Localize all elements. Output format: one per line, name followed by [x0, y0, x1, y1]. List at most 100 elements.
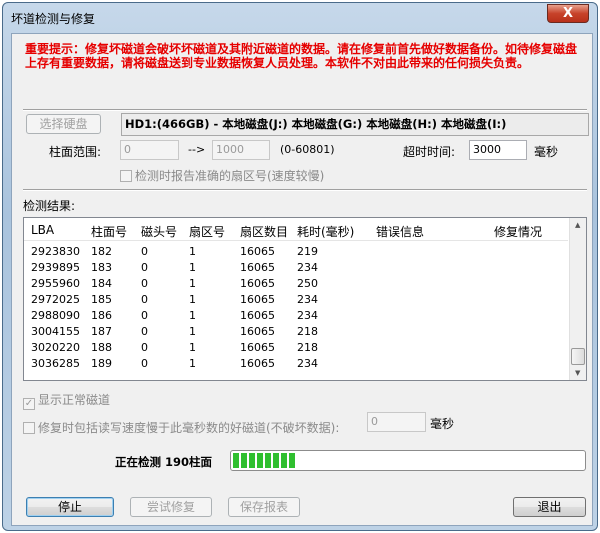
timeout-input[interactable]: 3000 [469, 140, 527, 160]
table-cell: 3036285 [31, 357, 80, 370]
range-label: 柱面范围: [49, 145, 102, 159]
table-cell: 186 [91, 309, 112, 322]
table-cell: 1 [189, 341, 196, 354]
table-cell: 3020220 [31, 341, 80, 354]
range-to-input[interactable]: 1000 [212, 140, 270, 160]
table-cell: 16065 [240, 245, 275, 258]
table-row[interactable]: 3036285 189 0 1 16065 234 [24, 356, 568, 372]
progress-fill [233, 453, 296, 468]
column-header[interactable]: 耗时(毫秒) [297, 223, 354, 240]
divider [23, 189, 587, 191]
results-label: 检测结果: [23, 199, 76, 213]
timeout-unit: 毫秒 [534, 145, 559, 159]
table-cell: 183 [91, 261, 112, 274]
table-row[interactable]: 2988090 186 0 1 16065 234 [24, 308, 568, 324]
vertical-scrollbar[interactable]: ▲ ▼ [569, 218, 586, 380]
range-from-input[interactable]: 0 [120, 140, 179, 160]
table-cell: 182 [91, 245, 112, 258]
column-header[interactable]: 修复情况 [494, 223, 542, 240]
scroll-down-icon[interactable]: ▼ [575, 369, 580, 377]
table-cell: 234 [297, 293, 318, 306]
table-cell: 1 [189, 357, 196, 370]
checkbox-box[interactable] [120, 170, 132, 182]
table-cell: 1 [189, 261, 196, 274]
include-slow-checkbox[interactable]: 修复时包括读写速度慢于此毫秒数的好磁道(不破坏数据): [23, 419, 339, 436]
range-hint: (0-60801) [280, 143, 335, 156]
table-cell: 16065 [240, 341, 275, 354]
table-cell: 234 [297, 357, 318, 370]
table-cell: 0 [141, 325, 148, 338]
list-header: LBA 柱面号 磁头号 扇区号 扇区数目 耗时(毫秒) 错误信息 修复情况 [24, 218, 568, 241]
column-header[interactable]: 柱面号 [91, 223, 127, 240]
column-header[interactable]: 扇区数目 [240, 223, 288, 240]
stop-button[interactable]: 停止 [26, 497, 114, 517]
table-cell: 189 [91, 357, 112, 370]
timeout-label: 超时时间: [403, 145, 456, 159]
checkbox-box[interactable] [23, 422, 35, 434]
table-row[interactable]: 2939895 183 0 1 16065 234 [24, 260, 568, 276]
accurate-sector-checkbox[interactable]: 检测时报告准确的扇区号(速度较慢) [120, 167, 324, 184]
table-cell: 1 [189, 245, 196, 258]
slow-threshold-unit: 毫秒 [430, 417, 455, 431]
table-cell: 2939895 [31, 261, 80, 274]
table-cell: 0 [141, 245, 148, 258]
table-row[interactable]: 3020220 188 0 1 16065 218 [24, 340, 568, 356]
save-report-button[interactable]: 保存报表 [228, 497, 300, 517]
disk-info: HD1:(466GB) - 本地磁盘(J:) 本地磁盘(G:) 本地磁盘(H:)… [121, 113, 589, 136]
divider [23, 109, 587, 111]
scroll-thumb[interactable] [571, 348, 585, 365]
window-title: 坏道检测与修复 [11, 12, 96, 26]
dialog-client: 重要提示：修复坏磁道会破坏坏磁道及其附近磁道的数据。请在修复前首先做好数据备份。… [11, 33, 593, 526]
table-cell: 2923830 [31, 245, 80, 258]
table-cell: 218 [297, 341, 318, 354]
table-cell: 1 [189, 325, 196, 338]
close-button[interactable]: X [547, 4, 589, 23]
include-slow-label: 修复时包括读写速度慢于此毫秒数的好磁道(不破坏数据): [38, 421, 340, 435]
column-header[interactable]: 磁头号 [141, 223, 177, 240]
table-cell: 0 [141, 357, 148, 370]
table-cell: 0 [141, 341, 148, 354]
table-row[interactable]: 2972025 185 0 1 16065 234 [24, 292, 568, 308]
table-row[interactable]: 2923830 182 0 1 16065 219 [24, 244, 568, 260]
table-cell: 2955960 [31, 277, 80, 290]
table-cell: 0 [141, 293, 148, 306]
range-arrow: --> [188, 143, 206, 156]
table-cell: 250 [297, 277, 318, 290]
table-cell: 16065 [240, 325, 275, 338]
table-cell: 1 [189, 293, 196, 306]
checkbox-checked-icon[interactable]: ✓ [23, 398, 35, 410]
results-list[interactable]: LBA 柱面号 磁头号 扇区号 扇区数目 耗时(毫秒) 错误信息 修复情况 2923830 18… [23, 217, 587, 381]
progress-bar [230, 450, 586, 471]
column-header[interactable]: 扇区号 [189, 223, 225, 240]
scroll-up-icon[interactable]: ▲ [575, 221, 580, 229]
table-cell: 1 [189, 309, 196, 322]
table-cell: 3004155 [31, 325, 80, 338]
table-cell: 0 [141, 261, 148, 274]
table-cell: 218 [297, 325, 318, 338]
table-row[interactable]: 3004155 187 0 1 16065 218 [24, 324, 568, 340]
try-repair-button[interactable]: 尝试修复 [130, 497, 212, 517]
exit-button[interactable]: 退出 [513, 497, 586, 517]
column-header[interactable]: 错误信息 [376, 223, 424, 240]
table-row[interactable]: 2955960 184 0 1 16065 250 [24, 276, 568, 292]
show-normal-checkbox[interactable]: ✓ 显示正常磁道 [23, 391, 110, 410]
table-cell: 184 [91, 277, 112, 290]
table-cell: 16065 [240, 293, 275, 306]
table-cell: 16065 [240, 277, 275, 290]
table-cell: 16065 [240, 309, 275, 322]
table-cell: 2972025 [31, 293, 80, 306]
select-disk-button[interactable]: 选择硬盘 [26, 114, 101, 134]
table-cell: 234 [297, 261, 318, 274]
show-normal-label: 显示正常磁道 [38, 393, 111, 407]
slow-threshold-input[interactable]: 0 [367, 412, 426, 432]
table-cell: 16065 [240, 357, 275, 370]
dialog-window: 坏道检测与修复 X 重要提示：修复坏磁道会破坏坏磁道及其附近磁道的数据。请在修复… [2, 2, 598, 531]
table-cell: 185 [91, 293, 112, 306]
accurate-sector-label: 检测时报告准确的扇区号(速度较慢) [135, 169, 325, 183]
column-header[interactable]: LBA [31, 223, 54, 237]
table-cell: 234 [297, 309, 318, 322]
table-cell: 0 [141, 277, 148, 290]
table-cell: 188 [91, 341, 112, 354]
table-cell: 0 [141, 309, 148, 322]
table-cell: 2988090 [31, 309, 80, 322]
